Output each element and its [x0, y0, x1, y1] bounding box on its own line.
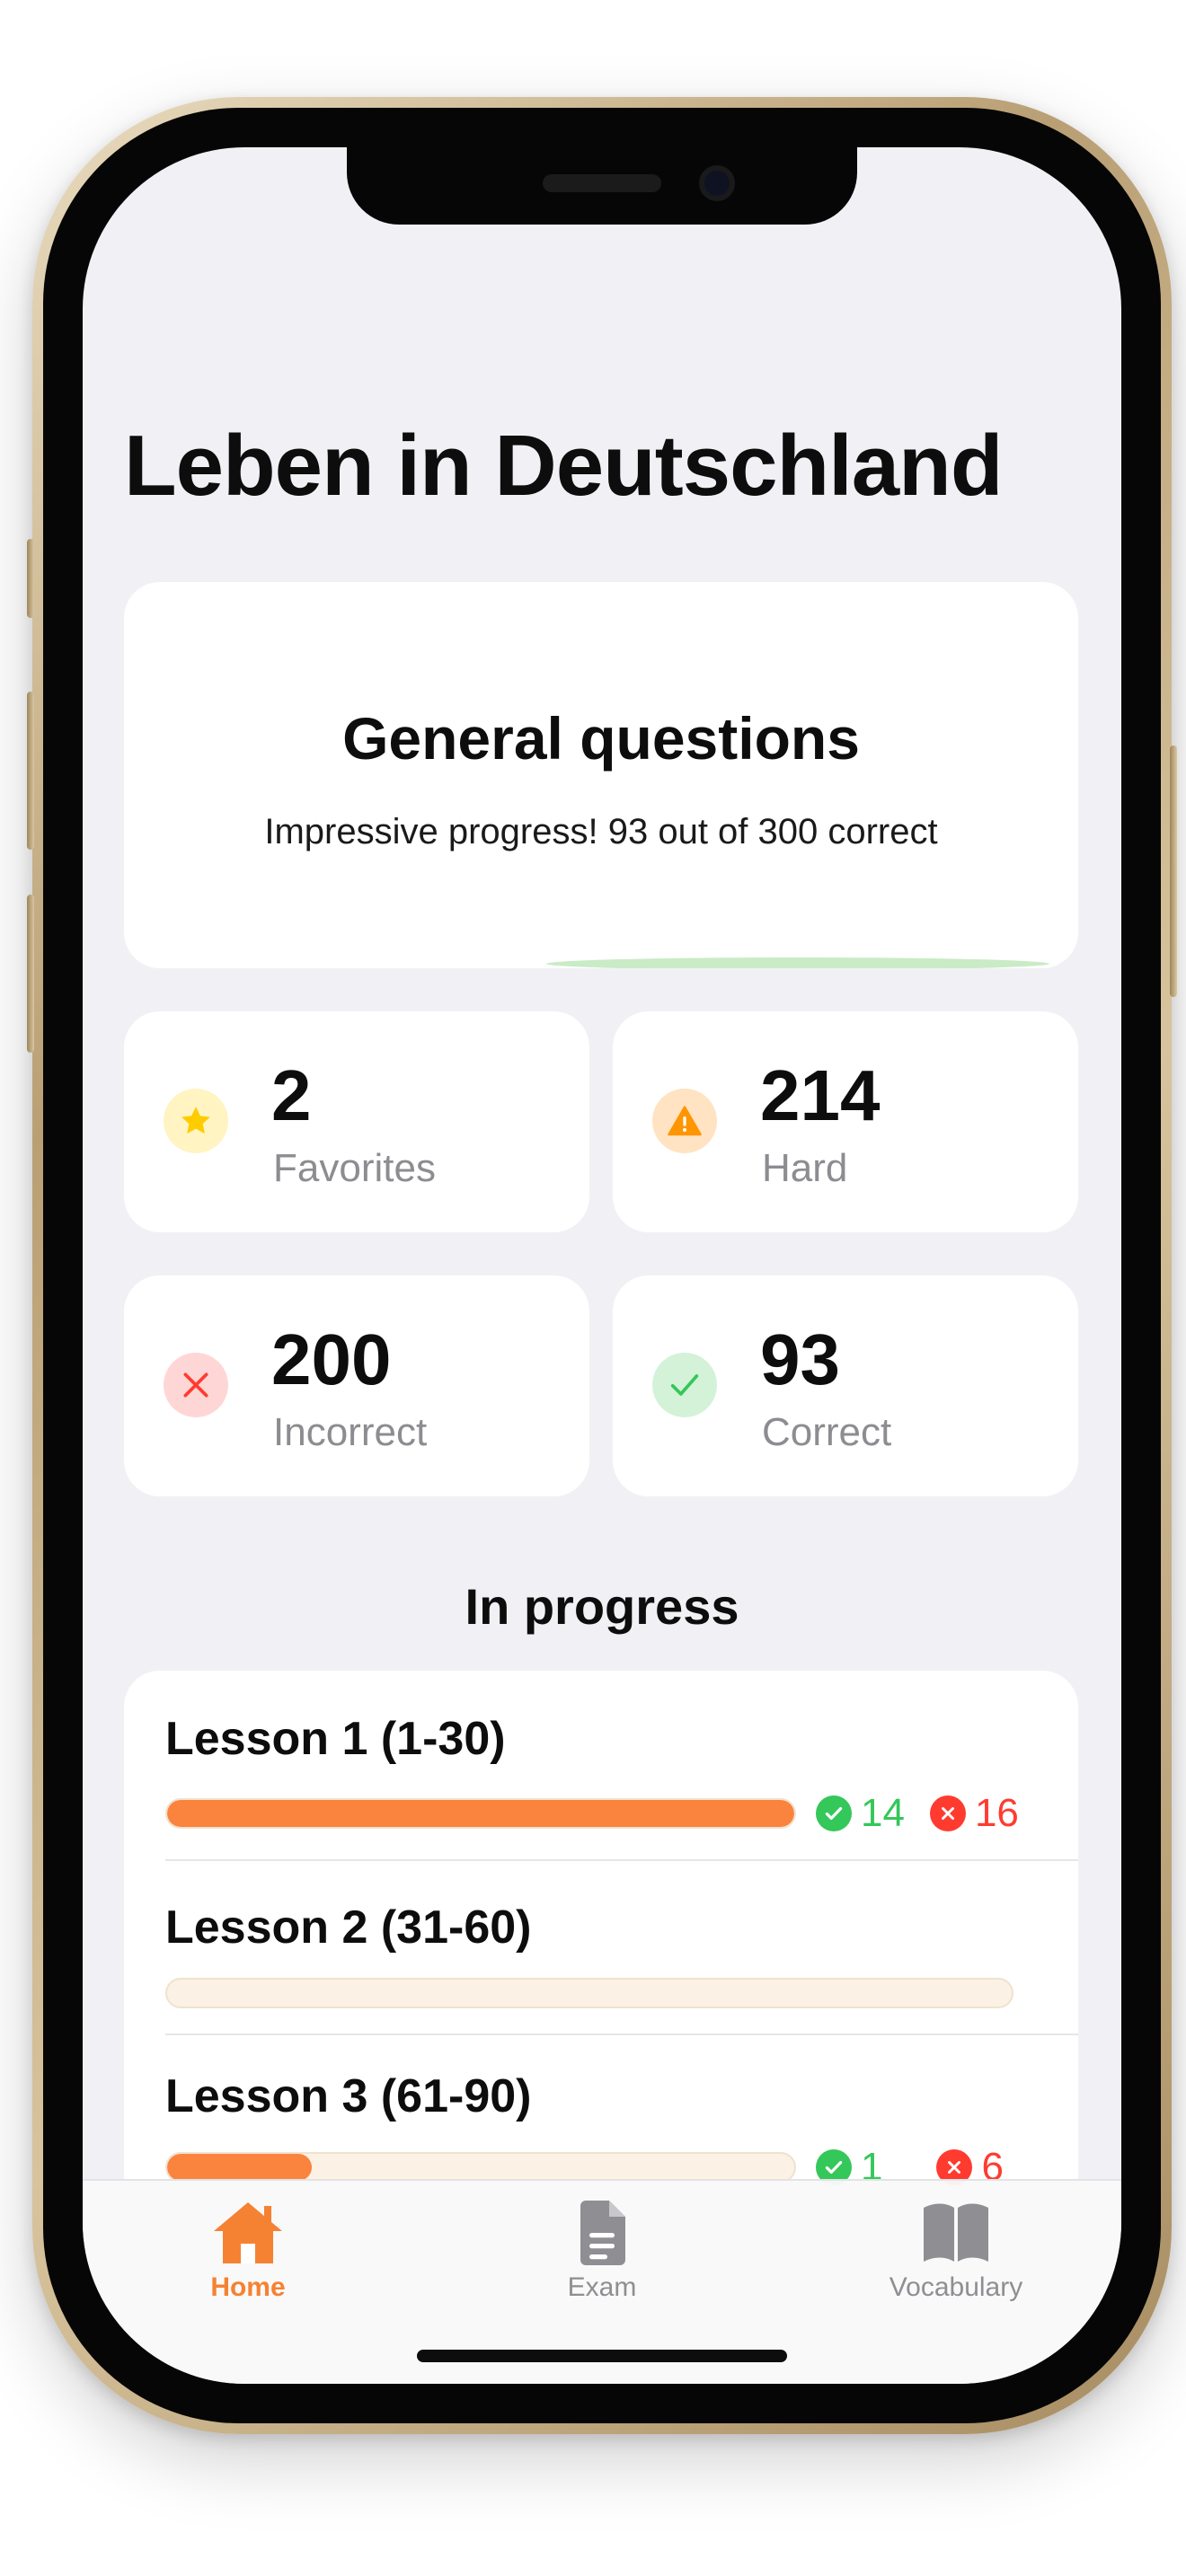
mute-switch [27, 539, 34, 618]
lesson-title: Lesson 2 (31-60) [165, 1901, 532, 1954]
tab-vocabulary[interactable]: Vocabulary [848, 2199, 1064, 2303]
general-questions-title: General questions [342, 705, 860, 772]
power-button [1170, 745, 1177, 997]
checkmark-icon [652, 1353, 717, 1417]
general-questions-card[interactable]: General questions Impressive progress! 9… [124, 582, 1078, 968]
hard-count: 214 [760, 1055, 881, 1135]
speaker [543, 174, 661, 192]
lesson-counts: 14 16 [816, 1791, 1019, 1836]
lesson-row[interactable]: Lesson 2 (31-60) [124, 1861, 1078, 2035]
incorrect-card[interactable]: 200 Incorrect [124, 1275, 589, 1496]
app-screen: Leben in Deutschland General questions I… [83, 147, 1121, 2384]
lesson-row[interactable]: Lesson 1 (1-30) 14 16 [124, 1671, 1078, 1861]
correct-count: 93 [760, 1319, 840, 1399]
favorites-count: 2 [271, 1055, 312, 1135]
lesson-incorrect-count: 16 [974, 1791, 1019, 1835]
general-progress-text: Impressive progress! 93 out of 300 corre… [264, 812, 938, 851]
star-icon [164, 1089, 228, 1153]
lesson-progress-track [165, 1798, 796, 1829]
tab-label: Vocabulary [889, 2272, 1023, 2302]
tab-home[interactable]: Home [140, 2199, 356, 2303]
volume-up-button [27, 692, 34, 850]
correct-label: Correct [762, 1410, 892, 1454]
lesson-progress-fill [167, 1800, 794, 1827]
favorites-card[interactable]: 2 Favorites [124, 1011, 589, 1232]
volume-down-button [27, 895, 34, 1053]
general-progress-bar [546, 957, 1049, 968]
correct-mini-icon [816, 1795, 852, 1831]
home-indicator[interactable] [417, 2350, 787, 2362]
lesson-progress-track [165, 1978, 1013, 2008]
correct-card[interactable]: 93 Correct [613, 1275, 1078, 1496]
notch [347, 147, 857, 225]
hard-label: Hard [762, 1146, 848, 1190]
book-icon [924, 2203, 988, 2262]
tab-label: Home [210, 2272, 286, 2302]
page-title: Leben in Deutschland [124, 418, 1003, 514]
tab-exam[interactable]: Exam [494, 2199, 710, 2303]
x-icon [164, 1353, 228, 1417]
document-icon [580, 2201, 625, 2265]
in-progress-heading: In progress [465, 1578, 739, 1635]
hard-card[interactable]: 214 Hard [613, 1011, 1078, 1232]
front-camera [699, 165, 735, 201]
lesson-progress-fill [167, 2154, 312, 2181]
lesson-progress-track [165, 2152, 796, 2183]
favorites-label: Favorites [273, 1146, 436, 1190]
lesson-correct-count: 14 [861, 1791, 905, 1835]
lesson-title: Lesson 3 (61-90) [165, 2070, 532, 2122]
incorrect-count: 200 [271, 1319, 392, 1399]
lessons-list: Lesson 1 (1-30) 14 16 Lesson 2 (31-60) L… [124, 1671, 1078, 2245]
warning-icon [652, 1089, 717, 1153]
lesson-title: Lesson 1 (1-30) [165, 1713, 506, 1765]
incorrect-label: Incorrect [273, 1410, 428, 1454]
incorrect-mini-icon [929, 1795, 966, 1831]
house-icon [214, 2202, 282, 2263]
tab-label: Exam [567, 2272, 637, 2302]
